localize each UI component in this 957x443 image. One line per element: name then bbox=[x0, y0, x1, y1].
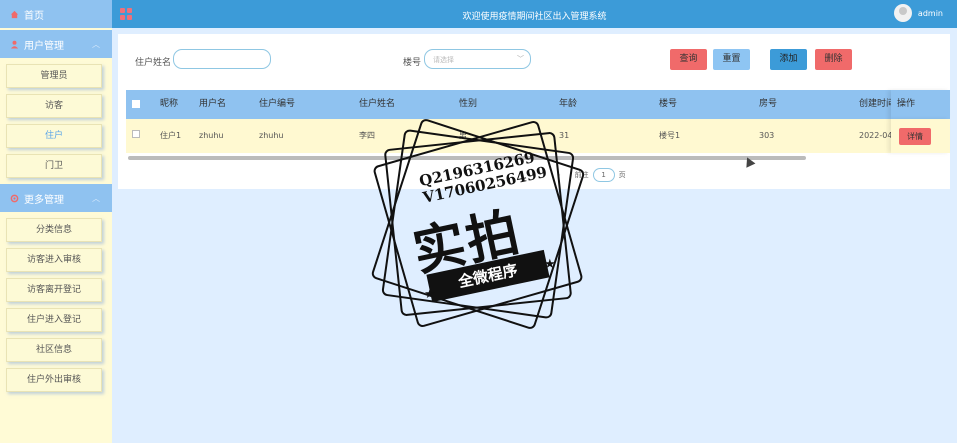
chevron-down-icon: ﹀ bbox=[517, 55, 524, 63]
star-icon: ★ bbox=[424, 287, 436, 302]
sidebar-group-user-management[interactable]: 用户管理 ︿ bbox=[0, 30, 112, 58]
sidebar-item-visitor-entry-review[interactable]: 访客进入审核 bbox=[6, 248, 102, 272]
chevron-up-icon: ︿ bbox=[92, 39, 100, 49]
user-icon bbox=[10, 40, 19, 49]
select-all-checkbox[interactable] bbox=[132, 100, 140, 108]
cell-created: 2022-04 bbox=[859, 131, 893, 140]
cell-nickname: 住户1 bbox=[160, 131, 182, 140]
column-header: 昵称 bbox=[160, 99, 179, 109]
column-header: 住户编号 bbox=[259, 99, 296, 109]
sidebar-item-resident-out-review[interactable]: 住户外出审核 bbox=[6, 368, 102, 392]
column-header: 房号 bbox=[759, 99, 778, 109]
sidebar-group-label: 用户管理 bbox=[24, 40, 64, 52]
cell-room: 303 bbox=[759, 131, 775, 140]
sidebar-item-resident-entry-register[interactable]: 住户进入登记 bbox=[6, 308, 102, 332]
column-header: 操作 bbox=[891, 90, 950, 119]
page-suffix: 页 bbox=[618, 171, 626, 179]
sidebar-item-community-info[interactable]: 社区信息 bbox=[6, 338, 102, 362]
building-label: 楼号 bbox=[403, 58, 422, 68]
column-header: 住户姓名 bbox=[359, 99, 396, 109]
building-select[interactable]: 请选择 ﹀ bbox=[424, 49, 531, 69]
home-icon bbox=[10, 10, 19, 19]
settings-icon bbox=[10, 194, 19, 203]
app-title: 欢迎使用疫情期间社区出入管理系统 bbox=[462, 12, 607, 22]
table-header: 昵称 用户名 住户编号 住户姓名 性别 年龄 楼号 房号 创建时间 bbox=[126, 90, 945, 119]
user-menu[interactable]: admin bbox=[893, 4, 943, 22]
top-bar: 欢迎使用疫情期间社区出入管理系统 admin bbox=[112, 0, 957, 28]
chevron-up-icon: ︿ bbox=[92, 193, 100, 203]
delete-button[interactable]: 删除 bbox=[815, 49, 852, 70]
sidebar-home-label: 首页 bbox=[24, 10, 44, 22]
cell-username: zhuhu bbox=[199, 131, 224, 140]
resident-name-label: 住户姓名 bbox=[135, 58, 172, 68]
page-input[interactable]: 1 bbox=[592, 168, 615, 182]
reset-button[interactable]: 重置 bbox=[713, 49, 750, 70]
add-button[interactable]: 添加 bbox=[770, 49, 807, 70]
sidebar-group-more-management[interactable]: 更多管理 ︿ bbox=[0, 184, 112, 212]
sidebar-item-guard[interactable]: 门卫 bbox=[6, 154, 102, 178]
detail-button[interactable]: 详情 bbox=[899, 128, 931, 145]
watermark-stamp: Q2196316269 V17060256499 实拍 全微程序 ★ ★ bbox=[370, 117, 587, 331]
cell-building: 楼号1 bbox=[659, 131, 681, 140]
sidebar-item-admin[interactable]: 管理员 bbox=[6, 64, 102, 88]
column-header: 创建时间 bbox=[859, 99, 896, 109]
sidebar-item-home[interactable]: 首页 bbox=[0, 0, 112, 28]
column-header: 用户名 bbox=[199, 99, 227, 109]
operation-column: 操作 详情 bbox=[891, 90, 950, 153]
column-header: 性别 bbox=[459, 99, 478, 109]
sidebar-item-category[interactable]: 分类信息 bbox=[6, 218, 102, 242]
sidebar-group-label: 更多管理 bbox=[24, 194, 64, 206]
avatar bbox=[893, 4, 912, 22]
building-select-placeholder: 请选择 bbox=[433, 56, 454, 64]
resident-name-input[interactable] bbox=[173, 49, 271, 69]
query-button[interactable]: 查询 bbox=[670, 49, 707, 70]
sidebar-item-resident[interactable]: 住户 bbox=[6, 124, 102, 148]
sidebar-item-visitor-leave-register[interactable]: 访客离开登记 bbox=[6, 278, 102, 302]
sidebar: 首页 用户管理 ︿ 管理员 访客 住户 门卫 更多管理 ︿ 分类信息 访客进入审… bbox=[0, 0, 112, 443]
column-header: 年龄 bbox=[559, 99, 578, 109]
sidebar-item-visitor[interactable]: 访客 bbox=[6, 94, 102, 118]
column-header: 楼号 bbox=[659, 99, 678, 109]
cell-number: zhuhu bbox=[259, 131, 284, 140]
row-checkbox[interactable] bbox=[132, 130, 140, 138]
star-icon: ★ bbox=[544, 257, 556, 272]
operation-cell: 详情 bbox=[891, 119, 950, 153]
username: admin bbox=[917, 8, 943, 18]
